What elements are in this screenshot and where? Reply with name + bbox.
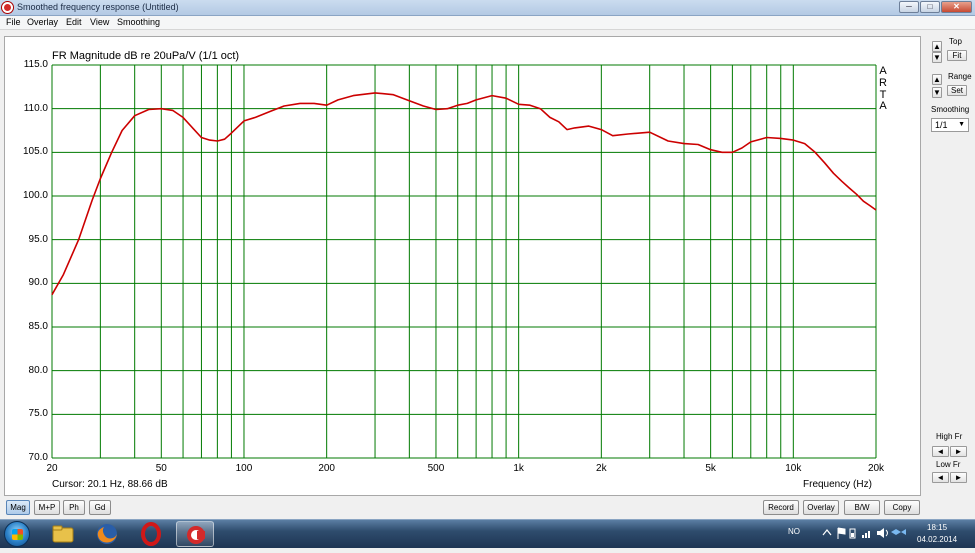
taskbar-firefox[interactable]: [88, 521, 126, 547]
x-axis-label: Frequency (Hz): [803, 479, 872, 490]
overlay-button[interactable]: Overlay: [803, 500, 839, 515]
copy-button[interactable]: Copy: [884, 500, 920, 515]
language-indicator[interactable]: NO: [788, 527, 800, 536]
x-tick-label: 20: [46, 463, 58, 474]
high-fr-right-button[interactable]: ►: [950, 446, 967, 457]
battery-icon: [849, 528, 856, 539]
arta-icon: [187, 526, 205, 544]
x-tick-label: 5k: [705, 463, 716, 474]
x-tick-label: 2k: [596, 463, 607, 474]
action-center-flag-icon: [837, 527, 846, 539]
arta-watermark-r: R: [879, 77, 887, 89]
clock-time: 18:15: [927, 523, 948, 532]
range-label: Range: [948, 72, 972, 81]
y-tick-label: 105.0: [22, 146, 48, 158]
low-fr-right-button[interactable]: ►: [950, 472, 967, 483]
volume-icon: [877, 528, 888, 538]
mag-button[interactable]: Mag: [6, 500, 30, 515]
smoothing-select-value: 1/1: [935, 120, 948, 130]
chart-title: FR Magnitude dB re 20uPa/V (1/1 oct): [52, 50, 240, 62]
phase-button[interactable]: Ph: [63, 500, 85, 515]
set-button[interactable]: Set: [947, 85, 967, 96]
range-up-button[interactable]: ▲: [932, 74, 942, 85]
y-tick-label: 75.0: [28, 408, 48, 420]
taskbar-explorer[interactable]: [44, 521, 82, 547]
cursor-readout: Cursor: 20.1 Hz, 88.66 dB: [52, 479, 168, 490]
taskbar-arta[interactable]: [176, 521, 214, 547]
taskbar-opera[interactable]: [132, 521, 170, 547]
smoothing-select[interactable]: 1/1 ▼: [931, 118, 969, 132]
high-fr-left-button[interactable]: ◄: [932, 446, 949, 457]
bw-button[interactable]: B/W: [844, 500, 880, 515]
y-tick-label: 115.0: [23, 59, 48, 70]
y-tick-label: 80.0: [28, 364, 48, 376]
x-tick-label: 10k: [785, 463, 802, 474]
x-tick-label: 1k: [513, 463, 524, 474]
group-delay-button[interactable]: Gd: [89, 500, 111, 515]
x-tick-label: 200: [318, 463, 335, 474]
x-tick-label: 20k: [867, 463, 885, 474]
y-tick-label: 100.0: [22, 190, 48, 201]
tray-expand-icon: [822, 529, 832, 536]
x-tick-label: 100: [235, 463, 253, 474]
x-tick-label: 500: [427, 463, 445, 474]
y-tick-label: 70.0: [28, 452, 48, 463]
clock-date: 04.02.2014: [917, 535, 958, 544]
windows-logo-icon: [12, 529, 23, 540]
system-tray: [822, 527, 906, 539]
opera-icon: [141, 522, 161, 546]
record-button[interactable]: Record: [763, 500, 799, 515]
top-down-button[interactable]: ▼: [932, 52, 942, 63]
chevron-down-icon: ▼: [958, 121, 965, 128]
range-down-button[interactable]: ▼: [932, 87, 942, 98]
top-up-button[interactable]: ▲: [932, 41, 942, 52]
y-tick-label: 90.0: [28, 277, 48, 289]
network-icon: [862, 531, 870, 538]
start-button[interactable]: [4, 521, 30, 547]
mag-phase-button[interactable]: M+P: [34, 500, 60, 515]
low-fr-label: Low Fr: [936, 460, 961, 469]
arta-watermark-a2: A: [879, 100, 887, 112]
high-fr-label: High Fr: [936, 432, 963, 441]
fit-button[interactable]: Fit: [947, 50, 967, 61]
y-tick-label: 85.0: [28, 321, 48, 332]
y-tick-label: 95.0: [28, 233, 48, 245]
frequency-response-line: [51, 92, 877, 296]
smoothing-label: Smoothing: [931, 105, 970, 114]
dropbox-icon: [891, 529, 906, 535]
y-tick-label: 110.0: [23, 102, 48, 114]
x-tick-label: 50: [155, 463, 167, 474]
arta-watermark-a1: A: [879, 65, 887, 77]
low-fr-left-button[interactable]: ◄: [932, 472, 949, 483]
folder-icon: [52, 525, 74, 543]
firefox-icon: [97, 524, 117, 544]
top-label: Top: [949, 37, 962, 46]
